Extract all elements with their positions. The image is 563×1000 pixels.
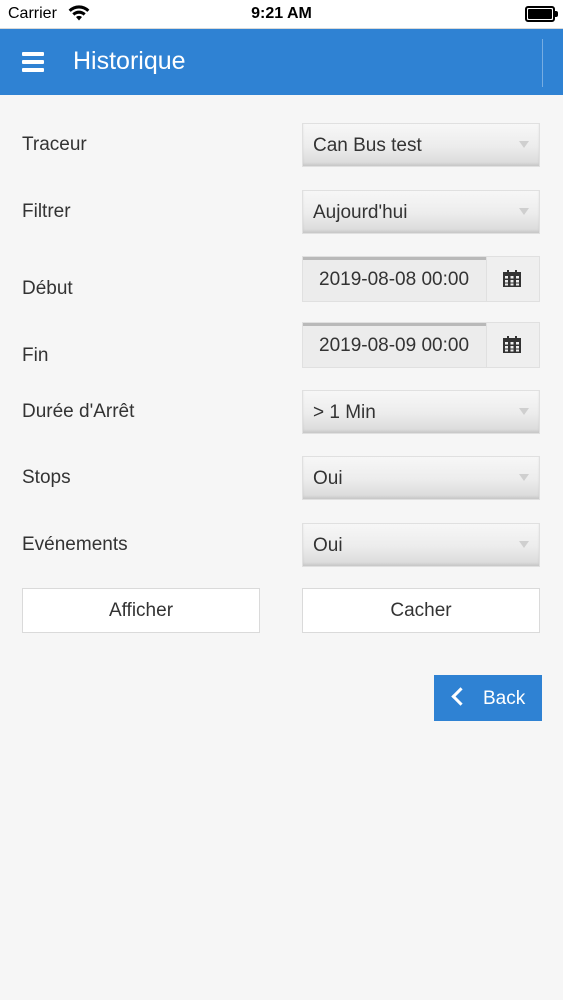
end-date-field[interactable]: 2019-08-09 00:00 xyxy=(302,322,540,368)
start-date-value[interactable]: 2019-08-08 00:00 xyxy=(319,269,473,291)
events-select-value: Oui xyxy=(313,535,343,556)
end-label: Fin xyxy=(22,345,49,366)
stops-select[interactable]: Oui xyxy=(302,456,540,500)
back-button[interactable]: Back xyxy=(434,675,542,721)
chevron-down-icon xyxy=(519,541,529,548)
battery-icon xyxy=(525,6,558,22)
chevron-left-icon xyxy=(451,687,470,706)
end-date-value[interactable]: 2019-08-09 00:00 xyxy=(319,335,473,357)
back-button-label: Back xyxy=(483,688,526,709)
app-header: Historique xyxy=(0,29,563,95)
status-time: 9:21 AM xyxy=(251,5,312,22)
chevron-down-icon xyxy=(519,141,529,148)
header-divider xyxy=(542,39,543,87)
end-calendar-button[interactable] xyxy=(486,323,539,367)
filter-label: Filtrer xyxy=(22,201,71,222)
stops-label: Stops xyxy=(22,467,71,488)
events-label: Evénements xyxy=(22,534,128,555)
chevron-down-icon xyxy=(519,408,529,415)
tracker-select-value: Can Bus test xyxy=(313,135,422,156)
status-bar: Carrier 9:21 AM xyxy=(0,0,563,29)
calendar-icon xyxy=(503,270,521,287)
page-title: Historique xyxy=(73,47,186,75)
hide-button[interactable]: Cacher xyxy=(302,588,540,633)
stop-duration-label: Durée d'Arrêt xyxy=(22,401,135,422)
start-date-field[interactable]: 2019-08-08 00:00 xyxy=(302,256,540,302)
calendar-icon xyxy=(503,336,521,353)
tracker-label: Traceur xyxy=(22,134,87,155)
start-label: Début xyxy=(22,278,73,299)
events-select[interactable]: Oui xyxy=(302,523,540,567)
show-button[interactable]: Afficher xyxy=(22,588,260,633)
filter-select[interactable]: Aujourd'hui xyxy=(302,190,540,234)
hamburger-menu-icon[interactable] xyxy=(22,52,44,72)
chevron-down-icon xyxy=(519,474,529,481)
stops-select-value: Oui xyxy=(313,468,343,489)
chevron-down-icon xyxy=(519,208,529,215)
tracker-select[interactable]: Can Bus test xyxy=(302,123,540,167)
filter-select-value: Aujourd'hui xyxy=(313,202,408,223)
stop-duration-select[interactable]: > 1 Min xyxy=(302,390,540,434)
start-calendar-button[interactable] xyxy=(486,257,539,301)
stop-duration-value: > 1 Min xyxy=(313,402,376,423)
